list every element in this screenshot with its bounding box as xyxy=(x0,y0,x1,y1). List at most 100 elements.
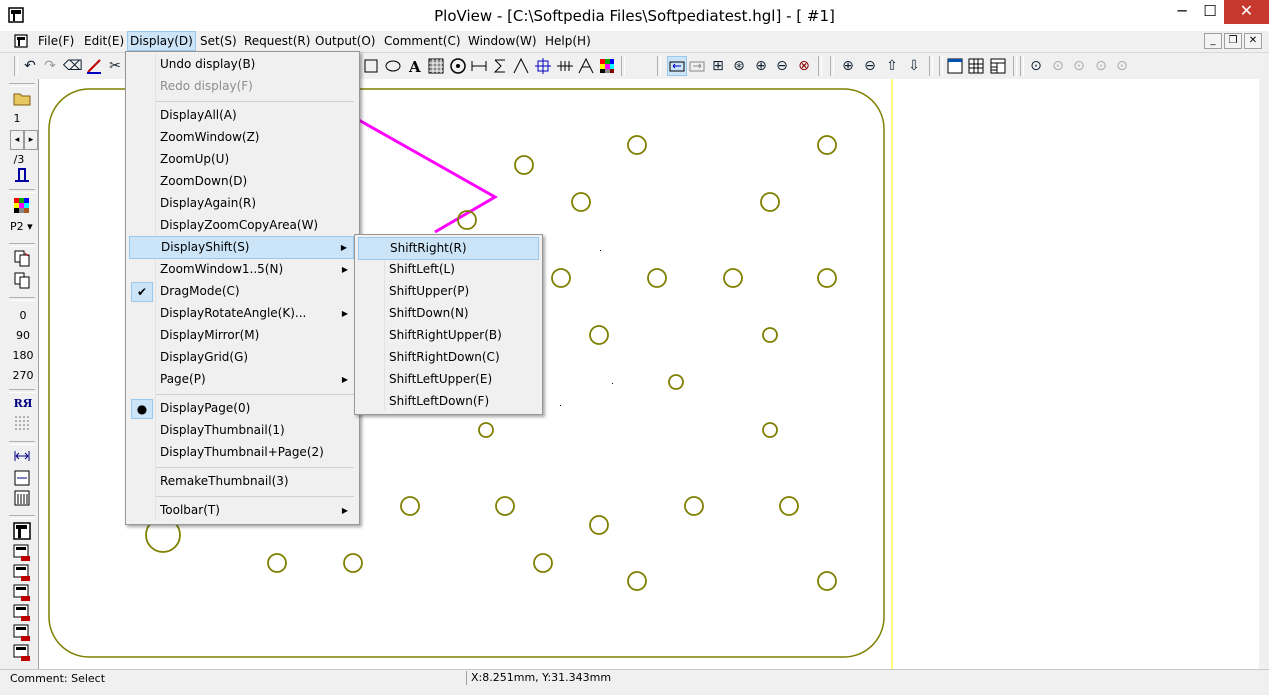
menu-shift-left-upper[interactable]: ShiftLeftUpper(E) xyxy=(358,369,539,390)
menu-zoom-window-1-5[interactable]: ZoomWindow1..5(N) ▶ xyxy=(129,259,354,280)
prev-page-button[interactable]: ◂ xyxy=(10,130,24,150)
menu-shift-down[interactable]: ShiftDown(N) xyxy=(358,303,539,324)
menu-display-rotate-angle[interactable]: DisplayRotateAngle(K)... ▶ xyxy=(129,303,354,324)
menu-shift-right-down[interactable]: ShiftRightDown(C) xyxy=(358,347,539,368)
menu-page[interactable]: Page(P) ▶ xyxy=(129,369,354,390)
magnifier-3-icon[interactable]: ⊙ xyxy=(1070,57,1088,75)
mirror-button[interactable]: RЯ xyxy=(12,395,34,413)
zoom-fit-icon[interactable]: ⊗ xyxy=(795,57,813,75)
menu-zoom-down[interactable]: ZoomDown(D) xyxy=(129,171,354,192)
open-folder-icon[interactable] xyxy=(13,89,31,107)
measure-icon[interactable] xyxy=(577,57,595,75)
menu-display-shift[interactable]: DisplayShift(S) ▶ xyxy=(129,236,354,259)
save-tif-icon[interactable] xyxy=(13,564,31,582)
menu-undo-display[interactable]: Undo display(B) xyxy=(129,54,354,75)
menu-edit[interactable]: Edit(E) xyxy=(82,32,126,50)
save-png-icon[interactable] xyxy=(13,624,31,642)
thumbnail-view-icon[interactable] xyxy=(967,57,985,75)
menu-comment[interactable]: Comment(C) xyxy=(382,32,463,50)
shift-view-icon[interactable] xyxy=(667,56,687,76)
zoom-down-icon[interactable]: ⇩ xyxy=(905,57,923,75)
menu-shift-right[interactable]: ShiftRight(R) xyxy=(358,237,539,260)
menu-display-page[interactable]: ● DisplayPage(0) xyxy=(129,398,354,419)
sigma-icon[interactable] xyxy=(491,57,509,75)
menu-shift-left-down[interactable]: ShiftLeftDown(F) xyxy=(358,391,539,412)
mdi-restore-button[interactable]: ❐ xyxy=(1224,33,1242,49)
pen-color-icon[interactable] xyxy=(13,197,31,215)
magnifier-5-icon[interactable]: ⊙ xyxy=(1113,57,1131,75)
close-button[interactable]: ✕ xyxy=(1224,0,1269,24)
scissors-icon[interactable]: ✂ xyxy=(106,57,124,75)
rotate-270-button[interactable]: 270 xyxy=(12,367,34,385)
print-icon[interactable] xyxy=(13,522,31,540)
mdi-minimize-button[interactable]: _ xyxy=(1204,33,1222,49)
thumbnail-page-view-icon[interactable] xyxy=(989,57,1007,75)
menu-display-thumbnail-page[interactable]: DisplayThumbnail+Page(2) xyxy=(129,442,354,463)
zoom-area-icon[interactable]: ⊛ xyxy=(730,57,748,75)
zoom-up-icon[interactable]: ⇧ xyxy=(883,57,901,75)
menu-shift-left[interactable]: ShiftLeft(L) xyxy=(358,259,539,280)
rotate-0-button[interactable]: 0 xyxy=(12,307,34,325)
hash-line-icon[interactable] xyxy=(556,57,574,75)
rectangle-icon[interactable] xyxy=(362,57,380,75)
menu-drag-mode[interactable]: ✔ DragMode(C) xyxy=(129,281,354,302)
menu-display[interactable]: Display(D) xyxy=(127,31,196,51)
menu-toolbar[interactable]: Toolbar(T) ▶ xyxy=(129,500,354,521)
magnifier-2-icon[interactable]: ⊙ xyxy=(1049,57,1067,75)
zoom-minus-icon[interactable]: ⊖ xyxy=(861,57,879,75)
menu-display-zoom-copy-area[interactable]: DisplayZoomCopyArea(W) xyxy=(129,215,354,236)
menu-display-all[interactable]: DisplayAll(A) xyxy=(129,105,354,126)
rotate-180-button[interactable]: 180 xyxy=(12,347,34,365)
hatch-icon[interactable] xyxy=(427,57,445,75)
eraser-icon[interactable]: ⌫ xyxy=(63,57,83,75)
menu-display-grid[interactable]: DisplayGrid(G) xyxy=(129,347,354,368)
redo-view-icon[interactable] xyxy=(688,57,706,75)
layers-icon[interactable] xyxy=(13,489,31,507)
angle-icon[interactable] xyxy=(512,57,530,75)
menu-set[interactable]: Set(S) xyxy=(198,32,239,50)
copy-icon[interactable] xyxy=(13,249,31,267)
minimize-button[interactable]: ─ xyxy=(1168,0,1196,24)
pen-select-dropdown[interactable]: P2 ▾ xyxy=(10,218,36,236)
crosshair-icon[interactable] xyxy=(534,57,552,75)
menu-output[interactable]: Output(O) xyxy=(313,32,378,50)
menu-display-again[interactable]: DisplayAgain(R) xyxy=(129,193,354,214)
mdi-close-button[interactable]: ✕ xyxy=(1244,33,1262,49)
menu-display-mirror[interactable]: DisplayMirror(M) xyxy=(129,325,354,346)
save-bmp-icon[interactable] xyxy=(13,544,31,562)
magnifier-4-icon[interactable]: ⊙ xyxy=(1092,57,1110,75)
zoom-out-icon[interactable]: ⊖ xyxy=(773,57,791,75)
menu-shift-right-upper[interactable]: ShiftRightUpper(B) xyxy=(358,325,539,346)
menu-remake-thumbnail[interactable]: RemakeThumbnail(3) xyxy=(129,471,354,492)
save-jpg-icon[interactable] xyxy=(13,604,31,622)
grid-icon[interactable] xyxy=(13,414,31,432)
menu-help[interactable]: Help(H) xyxy=(543,32,593,50)
magnifier-1-icon[interactable]: ⊙ xyxy=(1027,57,1045,75)
text-icon[interactable]: A xyxy=(406,57,424,75)
paste-icon[interactable] xyxy=(13,271,31,289)
save-gif-icon[interactable] xyxy=(13,584,31,602)
menu-zoom-up[interactable]: ZoomUp(U) xyxy=(129,149,354,170)
redo-icon[interactable]: ↷ xyxy=(41,57,59,75)
pen-icon[interactable] xyxy=(85,57,103,75)
menu-redo-display[interactable]: Redo display(F) xyxy=(129,76,354,97)
menu-shift-upper[interactable]: ShiftUpper(P) xyxy=(358,281,539,302)
dimension-icon[interactable] xyxy=(470,57,488,75)
menu-request[interactable]: Request(R) xyxy=(242,32,312,50)
menu-display-thumbnail[interactable]: DisplayThumbnail(1) xyxy=(129,420,354,441)
color-palette-icon[interactable] xyxy=(598,57,616,75)
zoom-plus-icon[interactable]: ⊕ xyxy=(839,57,857,75)
pen-width-icon[interactable] xyxy=(13,165,31,183)
save-emf-icon[interactable] xyxy=(13,644,31,662)
zoom-window-icon[interactable]: ⊞ xyxy=(709,57,727,75)
undo-icon[interactable]: ↶ xyxy=(21,57,39,75)
zoom-in-icon[interactable]: ⊕ xyxy=(752,57,770,75)
maximize-button[interactable]: ☐ xyxy=(1196,0,1224,24)
menu-file[interactable]: File(F) xyxy=(36,32,76,50)
page-view-icon[interactable] xyxy=(946,57,964,75)
next-page-button[interactable]: ▸ xyxy=(24,130,38,150)
fit-width-icon[interactable] xyxy=(13,447,31,465)
ellipse-icon[interactable] xyxy=(384,57,402,75)
document-icon[interactable] xyxy=(14,34,28,48)
fit-page-icon[interactable] xyxy=(13,469,31,487)
